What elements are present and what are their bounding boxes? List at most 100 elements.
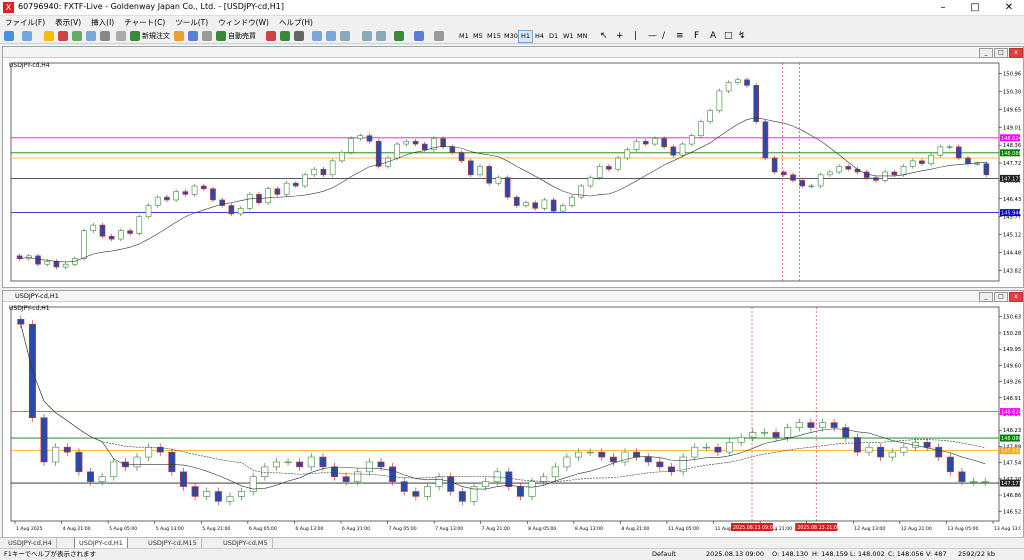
candle xyxy=(749,432,757,438)
chart-shift-icon[interactable] xyxy=(376,31,386,41)
templates-icon[interactable] xyxy=(434,31,444,41)
auto-trading-icon[interactable] xyxy=(216,31,226,41)
menu-item-1[interactable]: 表示(V) xyxy=(50,16,86,29)
status-traffic: 2592/22 kb xyxy=(958,550,995,558)
candle xyxy=(331,466,339,478)
candle xyxy=(642,140,649,145)
status-profile: Default xyxy=(652,550,676,558)
status-low: L: 148.002 xyxy=(850,550,885,558)
navigator-icon[interactable] xyxy=(72,31,82,41)
zoom-in-icon[interactable] xyxy=(312,31,322,41)
candle xyxy=(156,446,164,453)
candle xyxy=(214,491,222,502)
candle xyxy=(633,451,641,458)
candle xyxy=(615,157,621,170)
auto-trading-button[interactable]: 自動売買 xyxy=(228,31,256,41)
candle xyxy=(691,446,699,458)
candle xyxy=(226,496,234,502)
candle xyxy=(900,446,908,453)
periods-icon[interactable] xyxy=(414,31,424,41)
text-tool-icon[interactable]: A xyxy=(710,31,716,41)
price-tick-label: 150.960 xyxy=(1003,72,1021,78)
candle xyxy=(136,216,143,234)
signals-icon[interactable] xyxy=(202,31,212,41)
new-chart-icon[interactable] xyxy=(4,31,14,41)
maximize-button[interactable]: □ xyxy=(960,0,990,15)
window-minimize-button[interactable]: _ xyxy=(979,292,993,302)
minimize-button[interactable]: – xyxy=(928,0,958,15)
timeframe-h1[interactable]: H1 xyxy=(518,30,534,43)
candle xyxy=(421,143,428,150)
crosshair-icon[interactable]: + xyxy=(616,31,624,41)
market-watch-icon[interactable] xyxy=(44,31,54,41)
timeframe-mn[interactable]: MN xyxy=(574,30,590,43)
candle xyxy=(762,121,769,159)
chart-window-h1[interactable]: USDJPY-cd,H1 _ □ x 150.630 150.280 149.950… xyxy=(2,290,1024,538)
candle xyxy=(928,154,934,164)
data-window-icon[interactable] xyxy=(58,31,68,41)
chart-h4[interactable]: 150.960 150.300 149.655 149.010 148.365 147.7… xyxy=(3,59,1021,285)
line-chart-icon[interactable] xyxy=(294,31,304,41)
window-close-button[interactable]: x xyxy=(1009,48,1023,58)
metaeditor-icon[interactable] xyxy=(174,31,184,41)
channel-icon[interactable]: ≡ xyxy=(676,31,684,41)
window-close-button[interactable]: x xyxy=(1009,292,1023,302)
market-icon[interactable] xyxy=(188,31,198,41)
price-tick-label: 149.950 xyxy=(1003,347,1021,353)
vertical-line-icon[interactable]: | xyxy=(634,31,637,41)
new-order-icon[interactable] xyxy=(130,31,140,41)
price-level-label: 148.086 xyxy=(1001,436,1021,442)
candlestick-icon[interactable] xyxy=(280,31,290,41)
new-order-button[interactable]: 新規注文 xyxy=(142,31,170,41)
candle xyxy=(784,427,792,438)
chart-h1[interactable]: 150.630 150.280 149.950 149.600 149.260 148.9… xyxy=(3,303,1021,535)
window-minimize-button[interactable]: _ xyxy=(979,48,993,58)
menu-item-3[interactable]: チャート(C) xyxy=(119,16,170,29)
candle xyxy=(228,205,235,215)
candle xyxy=(688,135,695,145)
bar-chart-icon[interactable] xyxy=(266,31,276,41)
candle xyxy=(118,230,124,240)
menu-item-2[interactable]: 挿入(I) xyxy=(86,16,119,29)
lock-icon[interactable] xyxy=(116,31,126,41)
terminal-icon[interactable] xyxy=(86,31,96,41)
trendline-icon[interactable]: ∕ xyxy=(662,31,665,41)
fibonacci-icon[interactable]: F xyxy=(694,31,699,41)
label-tool-icon[interactable]: □ xyxy=(724,31,733,41)
timeframe-h4[interactable]: H4 xyxy=(532,30,547,43)
menu-item-0[interactable]: ファイル(F) xyxy=(0,16,50,29)
candle xyxy=(238,491,246,497)
profiles-icon[interactable] xyxy=(22,31,32,41)
chart-tab[interactable]: USDJPY-cd,H4 xyxy=(4,538,57,548)
candle xyxy=(458,491,466,502)
zoom-out-icon[interactable] xyxy=(326,31,336,41)
cursor-icon[interactable]: ↖ xyxy=(600,31,608,41)
arrows-icon[interactable]: ↯ xyxy=(738,31,746,41)
candle xyxy=(891,171,898,176)
menu-item-4[interactable]: ツール(T) xyxy=(170,16,213,29)
chart-window-h4[interactable]: _ □ x 150.960 150.300 149.655 149.010 148.36… xyxy=(2,46,1024,288)
candle xyxy=(652,138,658,145)
horizontal-line-icon[interactable]: — xyxy=(648,31,657,41)
candle xyxy=(403,140,410,145)
timeframe-d1[interactable]: D1 xyxy=(546,30,561,43)
chart-tab[interactable]: USDJPY-cd,M15 xyxy=(144,538,202,548)
menu-item-5[interactable]: ウィンドウ(W) xyxy=(213,16,274,29)
window-restore-button[interactable]: □ xyxy=(994,48,1008,58)
candle xyxy=(449,146,456,153)
tile-windows-icon[interactable] xyxy=(340,31,350,41)
candle xyxy=(726,441,734,453)
candle xyxy=(154,196,161,206)
indicators-icon[interactable] xyxy=(394,31,404,41)
autoscroll-icon[interactable] xyxy=(362,31,372,41)
candle xyxy=(575,451,583,458)
candle xyxy=(272,461,280,468)
candle xyxy=(440,138,446,148)
close-button[interactable]: ✕ xyxy=(994,0,1024,15)
window-restore-button[interactable]: □ xyxy=(994,292,1008,302)
candle xyxy=(505,471,513,487)
chart-tab[interactable]: USDJPY-cd,M5 xyxy=(219,538,273,548)
title-bar: X 60796940: FXTF-Live - Goldenway Japan … xyxy=(0,0,1024,16)
menu-item-6[interactable]: ヘルプ(H) xyxy=(274,16,318,29)
tester-icon[interactable] xyxy=(100,31,110,41)
